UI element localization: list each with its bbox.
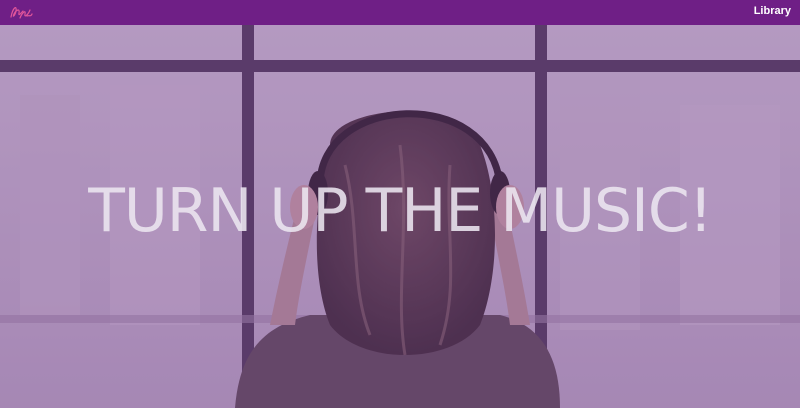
top-navbar: Library	[0, 0, 800, 25]
signature-logo-icon[interactable]	[8, 3, 34, 22]
nav-link-library[interactable]: Library	[754, 5, 791, 17]
hero-section: TURN UP THE MUSIC!	[0, 25, 800, 408]
hero-title: TURN UP THE MUSIC!	[88, 176, 713, 246]
